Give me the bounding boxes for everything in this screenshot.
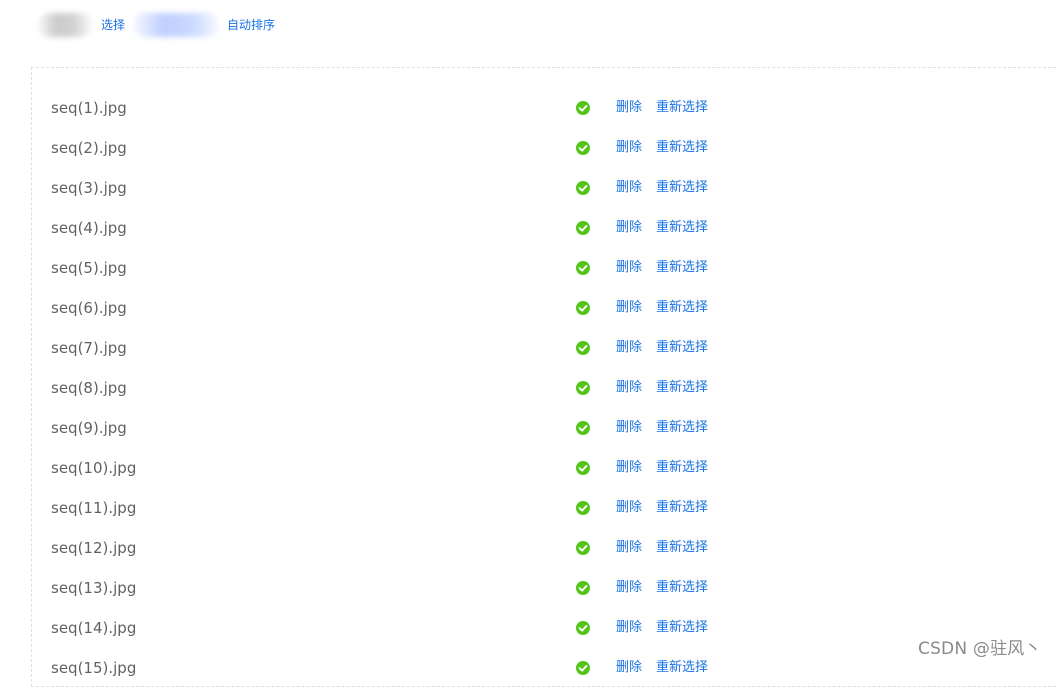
delete-button[interactable]: 删除 [616, 139, 642, 157]
file-name: seq(10).jpg [51, 459, 137, 477]
check-circle-icon [576, 421, 590, 435]
file-name: seq(2).jpg [51, 139, 127, 157]
toolbar: 选择 自动排序 [0, 0, 1058, 50]
file-row: seq(2).jpg 删除 重新选择 [0, 128, 1058, 168]
delete-button[interactable]: 删除 [616, 339, 642, 357]
file-name: seq(3).jpg [51, 179, 127, 197]
reselect-button[interactable]: 重新选择 [656, 379, 708, 397]
reselect-button[interactable]: 重新选择 [656, 219, 708, 237]
file-row: seq(12).jpg 删除 重新选择 [0, 528, 1058, 568]
check-circle-icon [576, 501, 590, 515]
check-circle-icon [576, 301, 590, 315]
watermark: CSDN @驻风丶 [918, 639, 1042, 659]
delete-button[interactable]: 删除 [616, 219, 642, 237]
file-row: seq(13).jpg 删除 重新选择 [0, 568, 1058, 608]
reselect-button[interactable]: 重新选择 [656, 659, 708, 677]
file-name: seq(4).jpg [51, 219, 127, 237]
reselect-button[interactable]: 重新选择 [656, 179, 708, 197]
reselect-button[interactable]: 重新选择 [656, 139, 708, 157]
check-circle-icon [576, 141, 590, 155]
reselect-button[interactable]: 重新选择 [656, 539, 708, 557]
reselect-button[interactable]: 重新选择 [656, 299, 708, 317]
check-circle-icon [576, 101, 590, 115]
reselect-button[interactable]: 重新选择 [656, 419, 708, 437]
file-name: seq(13).jpg [51, 579, 137, 597]
check-circle-icon [576, 221, 590, 235]
file-row: seq(14).jpg 删除 重新选择 [0, 608, 1058, 648]
file-name: seq(11).jpg [51, 499, 137, 517]
file-row: seq(15).jpg 删除 重新选择 [0, 648, 1058, 688]
reselect-button[interactable]: 重新选择 [656, 619, 708, 637]
file-row: seq(6).jpg 删除 重新选择 [0, 288, 1058, 328]
file-name: seq(15).jpg [51, 659, 137, 677]
reselect-button[interactable]: 重新选择 [656, 259, 708, 277]
delete-button[interactable]: 删除 [616, 499, 642, 517]
check-circle-icon [576, 181, 590, 195]
check-circle-icon [576, 621, 590, 635]
delete-button[interactable]: 删除 [616, 259, 642, 277]
file-row: seq(8).jpg 删除 重新选择 [0, 368, 1058, 408]
file-list: seq(1).jpg 删除 重新选择 seq(2).jpg 删除 重新选择 seq(3).j… [0, 88, 1058, 688]
reselect-button[interactable]: 重新选择 [656, 339, 708, 357]
delete-button[interactable]: 删除 [616, 539, 642, 557]
check-circle-icon [576, 461, 590, 475]
delete-button[interactable]: 删除 [616, 379, 642, 397]
check-circle-icon [576, 261, 590, 275]
delete-button[interactable]: 删除 [616, 659, 642, 677]
file-row: seq(10).jpg 删除 重新选择 [0, 448, 1058, 488]
file-row: seq(1).jpg 删除 重新选择 [0, 88, 1058, 128]
delete-button[interactable]: 删除 [616, 619, 642, 637]
blurred-label [38, 13, 92, 37]
check-circle-icon [576, 341, 590, 355]
file-name: seq(8).jpg [51, 379, 127, 397]
delete-button[interactable]: 删除 [616, 459, 642, 477]
delete-button[interactable]: 删除 [616, 299, 642, 317]
reselect-button[interactable]: 重新选择 [656, 99, 708, 117]
check-circle-icon [576, 581, 590, 595]
file-name: seq(7).jpg [51, 339, 127, 357]
delete-button[interactable]: 删除 [616, 579, 642, 597]
auto-sort-button[interactable]: 自动排序 [227, 17, 275, 33]
file-name: seq(12).jpg [51, 539, 137, 557]
delete-button[interactable]: 删除 [616, 99, 642, 117]
file-row: seq(4).jpg 删除 重新选择 [0, 208, 1058, 248]
file-row: seq(3).jpg 删除 重新选择 [0, 168, 1058, 208]
select-button[interactable]: 选择 [101, 17, 125, 33]
file-row: seq(5).jpg 删除 重新选择 [0, 248, 1058, 288]
reselect-button[interactable]: 重新选择 [656, 579, 708, 597]
file-name: seq(14).jpg [51, 619, 137, 637]
file-name: seq(9).jpg [51, 419, 127, 437]
check-circle-icon [576, 541, 590, 555]
blurred-button[interactable] [133, 13, 219, 37]
file-row: seq(9).jpg 删除 重新选择 [0, 408, 1058, 448]
file-row: seq(11).jpg 删除 重新选择 [0, 488, 1058, 528]
reselect-button[interactable]: 重新选择 [656, 499, 708, 517]
file-row: seq(7).jpg 删除 重新选择 [0, 328, 1058, 368]
check-circle-icon [576, 381, 590, 395]
file-name: seq(1).jpg [51, 99, 127, 117]
file-name: seq(6).jpg [51, 299, 127, 317]
delete-button[interactable]: 删除 [616, 419, 642, 437]
check-circle-icon [576, 661, 590, 675]
file-name: seq(5).jpg [51, 259, 127, 277]
delete-button[interactable]: 删除 [616, 179, 642, 197]
reselect-button[interactable]: 重新选择 [656, 459, 708, 477]
